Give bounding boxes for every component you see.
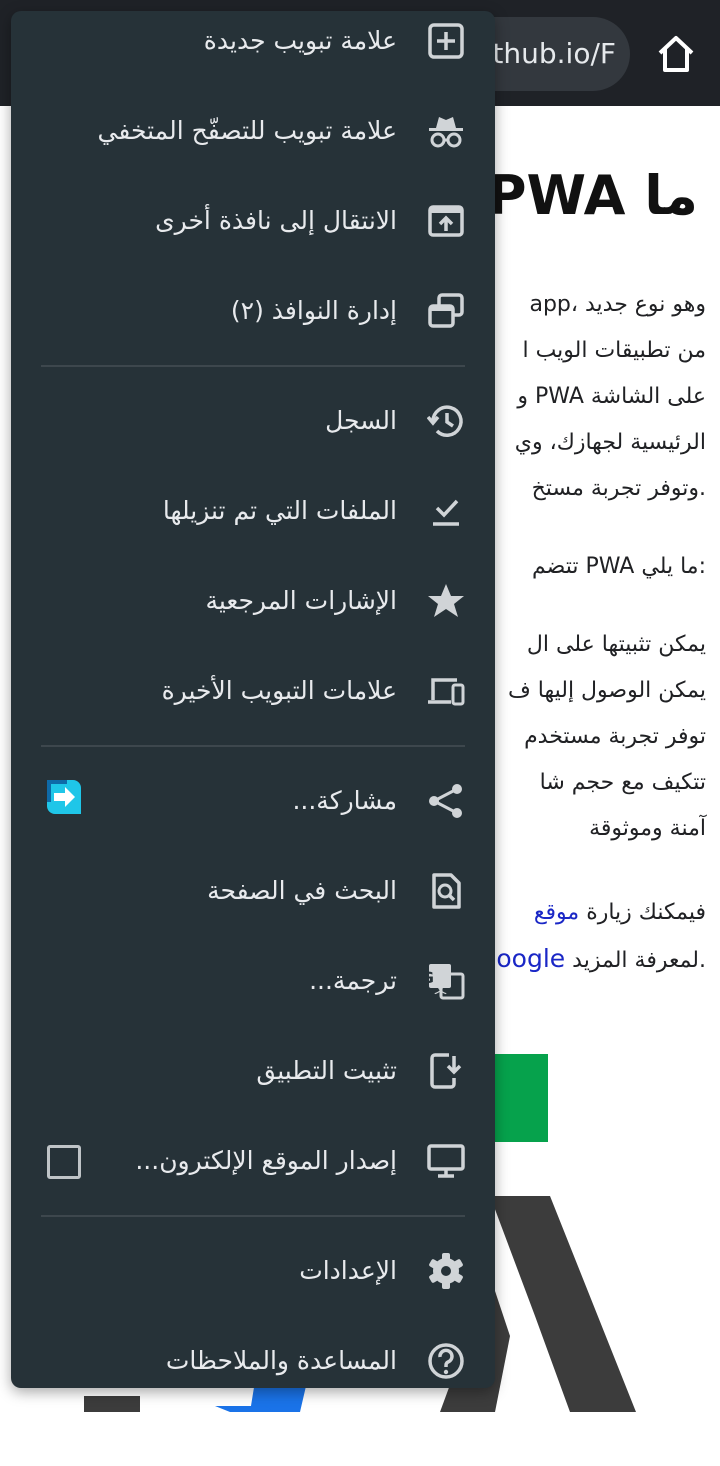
- menu-item-label: ترجمة...: [309, 966, 397, 995]
- list-item: يمكن الوصول إليها ف: [507, 678, 706, 703]
- star-icon: [427, 582, 465, 620]
- features-list: يمكن تثبيتها على ال يمكن الوصول إليها ف …: [508, 622, 706, 852]
- menu-divider: [41, 365, 465, 367]
- address-bar-url: ithub.io/F: [484, 37, 616, 70]
- menu-item-recent-tabs[interactable]: علامات التبويب الأخيرة: [11, 646, 495, 736]
- menu-item-incognito[interactable]: علامة تبويب للتصفّح المتخفي: [11, 86, 495, 176]
- menu-item-install-app[interactable]: تثبيت التطبيق: [11, 1026, 495, 1116]
- menu-item-label: إصدار الموقع الإلكترون...: [135, 1146, 397, 1175]
- menu-item-move-to-window[interactable]: الانتقال إلى نافذة أخرى: [11, 176, 495, 266]
- svg-text:G: G: [427, 968, 434, 987]
- incognito-icon: [427, 112, 465, 150]
- intro-paragraph: وهو نوع جديد ،app من تطبيقات الويب ا على…: [515, 282, 706, 512]
- list-item: تتكيف مع حجم شا: [539, 770, 706, 795]
- outro-paragraph: فيمكنك زيارة موقع .لمعرفة المزيد oogle: [496, 890, 706, 984]
- menu-item-label: علامة تبويب للتصفّح المتخفي: [97, 116, 397, 145]
- menu-item-share[interactable]: مشاركة...: [11, 756, 495, 846]
- move-to-window-icon: [427, 202, 465, 240]
- translate-icon: G文: [427, 962, 465, 1000]
- menu-item-downloads[interactable]: الملفات التي تم تنزيلها: [11, 466, 495, 556]
- history-icon: [427, 402, 465, 440]
- google-link[interactable]: oogle: [496, 944, 565, 973]
- paragraph-line: من تطبيقات الويب ا: [522, 338, 706, 363]
- outro-line: فيمكنك زيارة موقع: [496, 890, 706, 936]
- menu-item-label: الانتقال إلى نافذة أخرى: [155, 206, 397, 235]
- green-banner: [490, 1054, 548, 1142]
- site-link[interactable]: موقع: [534, 900, 579, 925]
- home-icon[interactable]: [652, 30, 700, 78]
- features-intro: :ما يلي PWA تتضم: [532, 554, 706, 579]
- recent-tabs-icon: [427, 672, 465, 710]
- paragraph-line: على الشاشة PWA و: [517, 384, 706, 409]
- menu-item-manage-windows[interactable]: إدارة النوافذ (٢): [11, 266, 495, 356]
- menu-item-history[interactable]: السجل: [11, 376, 495, 466]
- paragraph-line: وهو نوع جديد ،app: [529, 292, 706, 317]
- menu-item-label: المساعدة والملاحظات: [165, 1346, 397, 1375]
- install-app-icon: [427, 1052, 465, 1090]
- outro-text: فيمكنك زيارة: [579, 900, 706, 925]
- menu-divider: [41, 1215, 465, 1217]
- overflow-menu: علامة تبويب جديدة علامة تبويب للتصفّح ال…: [11, 11, 495, 1388]
- menu-item-label: علامات التبويب الأخيرة: [161, 676, 397, 705]
- menu-item-label: تثبيت التطبيق: [256, 1056, 397, 1085]
- list-item: يمكن تثبيتها على ال: [526, 632, 706, 657]
- list-item: آمنة وموثوقة: [589, 816, 706, 841]
- menu-item-label: الإعدادات: [299, 1256, 397, 1285]
- menu-item-find-in-page[interactable]: البحث في الصفحة: [11, 846, 495, 936]
- menu-item-new-tab[interactable]: علامة تبويب جديدة: [11, 11, 495, 86]
- gear-icon: [427, 1252, 465, 1290]
- desktop-icon: [427, 1142, 465, 1180]
- menu-item-settings[interactable]: الإعدادات: [11, 1226, 495, 1316]
- menu-item-label: الملفات التي تم تنزيلها: [162, 496, 397, 525]
- menu-item-label: الإشارات المرجعية: [205, 586, 397, 615]
- outro-line: .لمعرفة المزيد oogle: [496, 936, 706, 984]
- list-item: توفر تجربة مستخدم: [524, 724, 706, 749]
- menu-item-help[interactable]: المساعدة والملاحظات: [11, 1316, 495, 1388]
- menu-item-label: علامة تبويب جديدة: [203, 26, 397, 55]
- desktop-site-checkbox[interactable]: [47, 1145, 81, 1179]
- menu-divider: [41, 745, 465, 747]
- menu-item-label: السجل: [325, 406, 397, 435]
- paragraph-line: .وتوفر تجربة مستخ: [531, 476, 706, 501]
- svg-text:文: 文: [434, 982, 447, 997]
- find-in-page-icon: [427, 872, 465, 910]
- outro-text: .لمعرفة المزيد: [565, 948, 706, 973]
- menu-item-label: مشاركة...: [292, 786, 397, 815]
- manage-windows-icon: [427, 292, 465, 330]
- menu-item-desktop-site[interactable]: إصدار الموقع الإلكترون...: [11, 1116, 495, 1206]
- downloads-icon: [427, 492, 465, 530]
- menu-item-translate[interactable]: G文 ترجمة...: [11, 936, 495, 1026]
- menu-item-label: إدارة النوافذ (٢): [230, 296, 397, 325]
- menu-item-label: البحث في الصفحة: [207, 876, 397, 905]
- help-icon: [427, 1342, 465, 1380]
- new-tab-icon: [427, 22, 465, 60]
- menu-item-bookmarks[interactable]: الإشارات المرجعية: [11, 556, 495, 646]
- share-target-app-icon[interactable]: [43, 776, 85, 818]
- share-icon: [427, 782, 465, 820]
- paragraph-line: الرئيسية لجهازك، وي: [514, 430, 706, 455]
